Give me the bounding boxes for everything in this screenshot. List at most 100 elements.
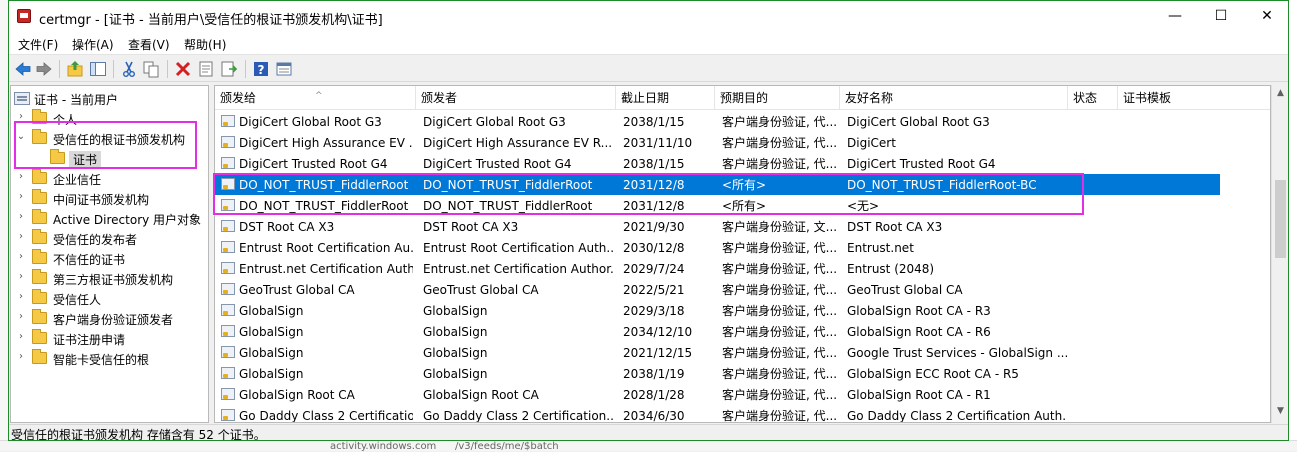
properties-icon[interactable] (197, 60, 215, 78)
chevron-right-icon[interactable]: › (16, 231, 26, 242)
chevron-right-icon[interactable]: › (16, 351, 26, 362)
tree-item-personal[interactable]: › 个人 (11, 108, 208, 128)
tree-item-certificates[interactable]: 证书 (11, 148, 208, 168)
forward-icon[interactable] (35, 60, 53, 78)
chevron-right-icon[interactable]: › (16, 271, 26, 282)
menu-file[interactable]: 文件(F) (18, 36, 58, 53)
tree-item-label: Active Directory 用户对象 (53, 213, 202, 227)
cell-expiration: 2029/7/24 (623, 262, 685, 276)
cell-friendly-name: GlobalSign ECC Root CA - R5 (847, 367, 1019, 381)
column-header-issuer[interactable]: 颁发者 (416, 86, 616, 110)
chevron-right-icon[interactable]: › (16, 331, 26, 342)
chevron-down-icon[interactable]: ⌄ (16, 131, 26, 142)
table-row[interactable]: GeoTrust Global CA GeoTrust Global CA 2022… (215, 279, 1220, 300)
export-icon[interactable] (220, 60, 238, 78)
cell-issuer: GlobalSign Root CA (423, 388, 539, 402)
title-bar[interactable]: certmgr - [证书 - 当前用户\受信任的根证书颁发机构\证书] — ☐… (9, 1, 1288, 32)
chevron-right-icon[interactable]: › (16, 171, 26, 182)
table-row[interactable]: Entrust Root Certification Au... Entrust … (215, 237, 1220, 258)
tree-item-label: 证书 (69, 151, 102, 168)
menu-help[interactable]: 帮助(H) (184, 36, 226, 53)
tree-item-smart-card-root[interactable]: › 智能卡受信任的根 (11, 348, 208, 368)
cell-issued-to: GlobalSign (239, 325, 304, 339)
cut-icon[interactable] (120, 60, 138, 78)
maximize-button[interactable]: ☐ (1198, 1, 1244, 32)
chevron-right-icon[interactable]: › (16, 191, 26, 202)
back-icon[interactable] (14, 60, 32, 78)
tree-root[interactable]: 证书 - 当前用户 (11, 88, 208, 108)
table-row[interactable]: DigiCert High Assurance EV ... DigiCert H… (215, 132, 1220, 153)
cell-issued-to: DigiCert High Assurance EV ... (239, 136, 413, 150)
certmgr-app-icon[interactable] (17, 9, 31, 23)
chevron-right-icon[interactable]: › (16, 291, 26, 302)
column-header-label: 颁发者 (421, 91, 458, 105)
certificate-icon (221, 346, 235, 358)
tree-item-trusted-publishers[interactable]: › 受信任的发布者 (11, 228, 208, 248)
cell-purposes: 客户端身份验证, 代... (722, 325, 836, 339)
menu-action[interactable]: 操作(A) (72, 36, 114, 53)
tree-item-label: 客户端身份验证颁发者 (53, 313, 174, 327)
tree-item-enrollment-requests[interactable]: › 证书注册申请 (11, 328, 208, 348)
cell-issuer: DST Root CA X3 (423, 220, 519, 234)
cell-purposes: 客户端身份验证, 代... (722, 115, 836, 129)
menu-view[interactable]: 查看(V) (128, 36, 170, 53)
folder-icon (32, 229, 47, 244)
column-header-template[interactable]: 证书模板 (1118, 86, 1270, 110)
close-button[interactable]: ✕ (1244, 1, 1288, 32)
table-row[interactable]: DO_NOT_TRUST_FiddlerRoot DO_NOT_TRUST_Fid… (215, 174, 1220, 195)
scroll-up-icon[interactable]: ▲ (1272, 85, 1288, 102)
cell-issuer: DO_NOT_TRUST_FiddlerRoot (423, 199, 593, 213)
certificate-icon (221, 262, 235, 274)
table-row[interactable]: GlobalSign GlobalSign 2029/3/18 客户端身份验证, 代.… (215, 300, 1220, 321)
chevron-right-icon[interactable]: › (16, 311, 26, 322)
copy-icon[interactable] (142, 60, 160, 78)
chevron-right-icon[interactable]: › (16, 211, 26, 222)
tree-item-enterprise-trust[interactable]: › 企业信任 (11, 168, 208, 188)
table-row[interactable]: DO_NOT_TRUST_FiddlerRoot DO_NOT_TRUST_Fid… (215, 195, 1220, 216)
table-row[interactable]: GlobalSign GlobalSign 2038/1/19 客户端身份验证, 代.… (215, 363, 1220, 384)
table-row[interactable]: DigiCert Global Root G3 DigiCert Global R… (215, 111, 1220, 132)
table-row[interactable]: DST Root CA X3 DST Root CA X3 2021/9/30 客户端… (215, 216, 1220, 237)
toolbar: ? (9, 54, 1288, 82)
column-header-status[interactable]: 状态 (1068, 86, 1118, 110)
scroll-thumb[interactable] (1275, 180, 1286, 258)
table-row[interactable]: GlobalSign Root CA GlobalSign Root CA 2028… (215, 384, 1220, 405)
table-row[interactable]: Entrust.net Certification Auth... Entrust… (215, 258, 1220, 279)
column-header-purposes[interactable]: 预期目的 (715, 86, 840, 110)
tree-item-third-party-root[interactable]: › 第三方根证书颁发机构 (11, 268, 208, 288)
up-folder-icon[interactable] (66, 60, 84, 78)
column-header-expiration[interactable]: 截止日期 (616, 86, 715, 110)
toolbar-separator (245, 60, 246, 78)
tree-item-ad-user-object[interactable]: › Active Directory 用户对象 (11, 208, 208, 228)
toolbar-separator (167, 60, 168, 78)
chevron-right-icon[interactable]: › (16, 111, 26, 122)
show-tree-icon[interactable] (89, 60, 107, 78)
menu-bar: 文件(F) 操作(A) 查看(V) 帮助(H) (9, 32, 1288, 54)
tree-item-trusted-root[interactable]: ⌄ 受信任的根证书颁发机构 (11, 128, 208, 148)
vertical-scrollbar[interactable]: ▲ ▼ (1271, 85, 1288, 423)
tree-item-client-auth-issuers[interactable]: › 客户端身份验证颁发者 (11, 308, 208, 328)
minimize-button[interactable]: — (1152, 1, 1198, 32)
view-icon[interactable] (275, 60, 293, 78)
cell-issued-to: Entrust Root Certification Au... (239, 241, 413, 255)
tree-item-untrusted[interactable]: › 不信任的证书 (11, 248, 208, 268)
cell-expiration: 2028/1/28 (623, 388, 685, 402)
help-icon[interactable]: ? (252, 60, 270, 78)
cell-friendly-name: GeoTrust Global CA (847, 283, 963, 297)
tree-item-intermediate-ca[interactable]: › 中间证书颁发机构 (11, 188, 208, 208)
table-row[interactable]: Go Daddy Class 2 Certificatio... Go Daddy… (215, 405, 1220, 422)
delete-icon[interactable] (174, 60, 192, 78)
column-header-friendly-name[interactable]: 友好名称 (840, 86, 1068, 110)
table-row[interactable]: GlobalSign GlobalSign 2034/12/10 客户端身份验证, 代… (215, 321, 1220, 342)
table-row[interactable]: DigiCert Trusted Root G4 DigiCert Trusted… (215, 153, 1220, 174)
certificate-icon (221, 220, 235, 232)
window-title: certmgr - [证书 - 当前用户\受信任的根证书颁发机构\证书] (39, 13, 383, 28)
folder-icon (32, 349, 47, 364)
chevron-right-icon[interactable]: › (16, 251, 26, 262)
scroll-down-icon[interactable]: ▼ (1272, 403, 1288, 420)
cell-issuer: DO_NOT_TRUST_FiddlerRoot (423, 178, 593, 192)
tree-item-label: 第三方根证书颁发机构 (53, 273, 174, 287)
table-row[interactable]: GlobalSign GlobalSign 2021/12/15 客户端身份验证, 代… (215, 342, 1220, 363)
column-header-issued-to[interactable]: 颁发给 ^ (215, 86, 416, 110)
tree-item-trusted-people[interactable]: › 受信任人 (11, 288, 208, 308)
